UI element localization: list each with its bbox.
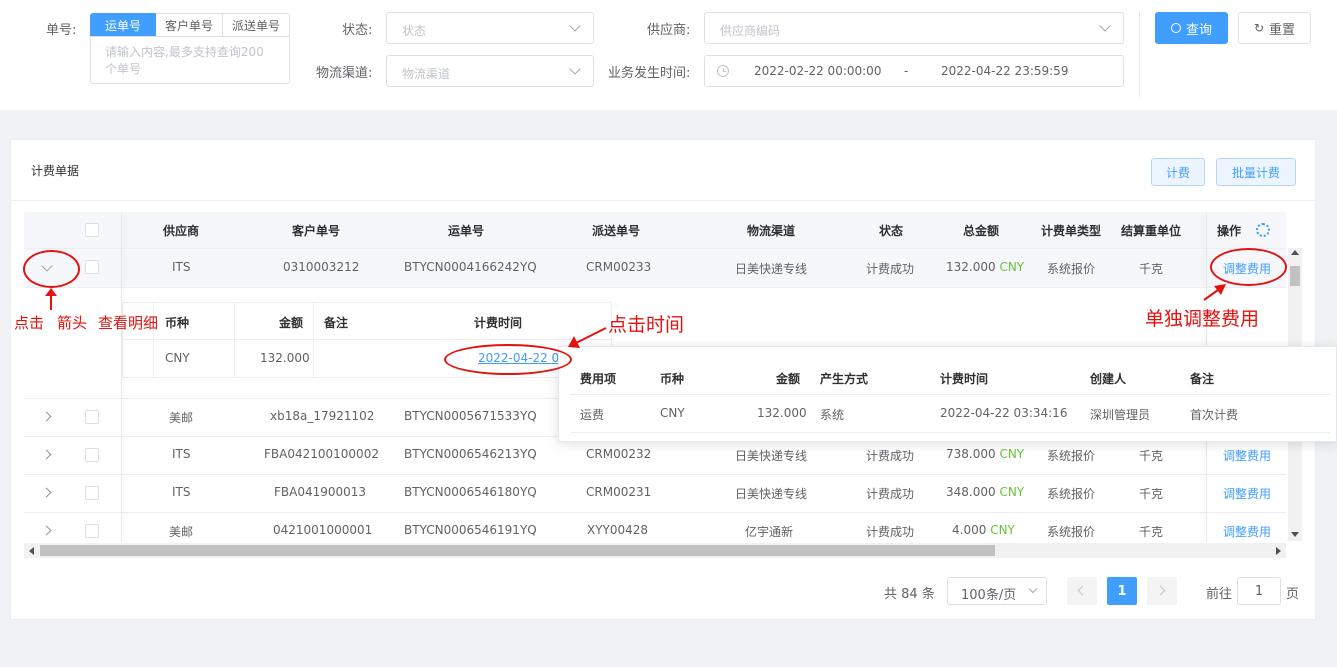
annotation-click-time: 点击时间 <box>608 314 685 336</box>
annotation-arrow: 箭头 <box>57 314 88 332</box>
annotation-adjust-fee: 单独调整费用 <box>1145 308 1260 330</box>
annotation-view-detail: 查看明细 <box>98 314 159 332</box>
annotation-click: 点击 <box>14 314 45 332</box>
